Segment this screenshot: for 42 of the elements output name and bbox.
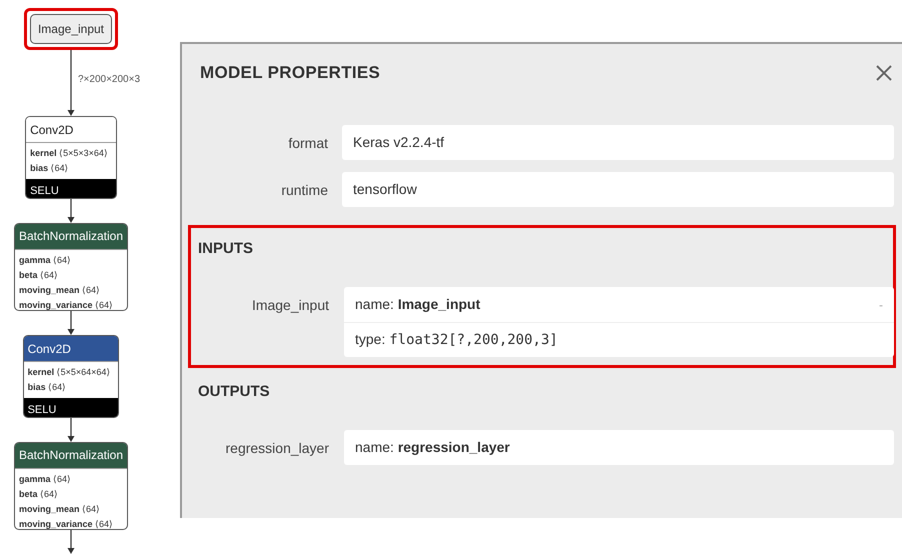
section-title: OUTPUTS (198, 382, 270, 402)
edge-label: ?×200×200×3 (78, 73, 140, 87)
property-label: runtime (280, 181, 329, 200)
node-attribute: gamma ⟨64⟩ (18, 254, 72, 267)
property-label: format (287, 134, 329, 153)
node-attribute: beta ⟨64⟩ (18, 488, 59, 501)
node-attribute: bias ⟨64⟩ (30, 162, 70, 175)
close-icon[interactable] (876, 65, 892, 81)
node-header: Conv2D (24, 336, 118, 362)
section-title: INPUTS (198, 238, 254, 259)
property-label: regression_layer (224, 439, 330, 458)
activation-bar: SELU (24, 398, 118, 417)
node-attribute: gamma ⟨64⟩ (18, 472, 72, 486)
input-node[interactable]: Image_input (30, 14, 112, 44)
layer-node[interactable]: Conv2D kernel ⟨5×5×3×64⟩ bias ⟨64⟩ SELU (25, 116, 117, 199)
node-attribute: moving_mean ⟨64⟩ (18, 502, 102, 516)
node-attribute: moving_variance ⟨64⟩ (18, 518, 114, 529)
layer-node[interactable]: BatchNormalization gamma ⟨64⟩ beta ⟨64⟩ moving_mean ⟨64⟩ moving_variance ⟨64⟩ (14, 222, 128, 311)
property-value: tensorflow (342, 172, 894, 207)
edge-arrow (67, 530, 75, 554)
node-attribute: kernel ⟨5×5×64×64⟩ (28, 366, 112, 379)
node-attribute: kernel ⟨5×5×3×64⟩ (30, 147, 109, 160)
node-attribute: bias ⟨64⟩ (28, 381, 68, 394)
edge-arrow (67, 198, 75, 223)
edge-arrow (67, 311, 75, 335)
node-attribute: beta ⟨64⟩ (18, 268, 59, 282)
property-value: Keras v2.2.4-tf (342, 125, 894, 160)
field-text: name: Image_input (355, 295, 480, 314)
panel-title: MODEL PROPERTIES (200, 62, 380, 84)
activation-bar: SELU (26, 179, 116, 198)
layer-node[interactable]: BatchNormalization gamma ⟨64⟩ beta ⟨64⟩ moving_mean ⟨64⟩ moving_variance ⟨64⟩ (14, 442, 128, 530)
edge-arrow (67, 50, 75, 116)
node-attribute: moving_mean ⟨64⟩ (18, 284, 102, 297)
node-attribute: moving_variance ⟨64⟩ (18, 298, 114, 310)
field-text: name: regression_layer (355, 438, 510, 457)
field-text: type: float32[?,200,200,3] (355, 330, 558, 350)
edge-arrow (67, 418, 75, 442)
property-label: Image_input (250, 296, 330, 315)
layer-node[interactable]: Conv2D kernel ⟨5×5×64×64⟩ bias ⟨64⟩ SELU (22, 335, 120, 418)
node-header: BatchNormalization (14, 224, 128, 250)
node-header: BatchNormalization (14, 442, 128, 469)
node-header: Conv2D (26, 117, 116, 143)
